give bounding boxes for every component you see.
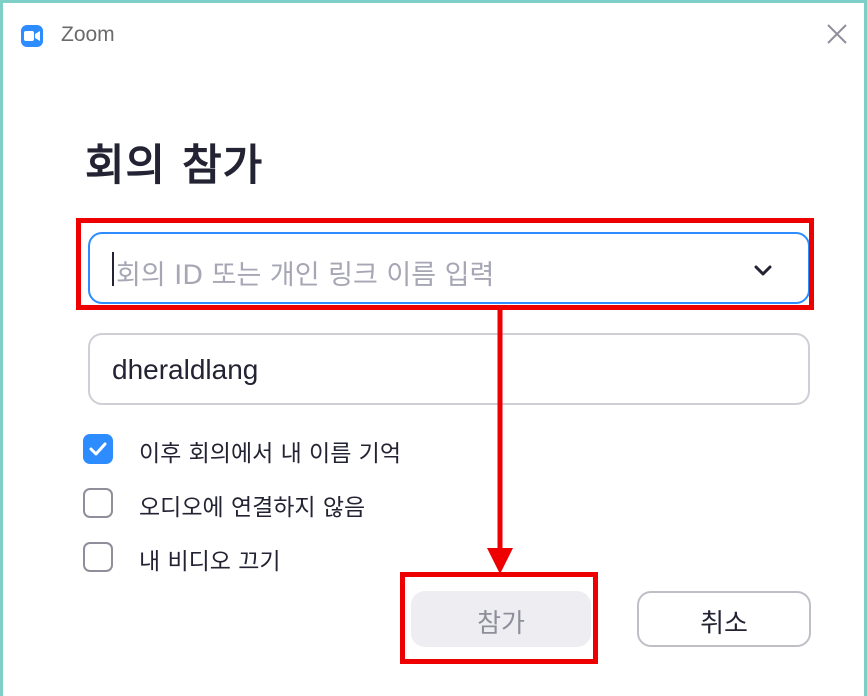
video-off-label: 내 비디오 끄기 [139, 549, 281, 575]
zoom-camera-icon [21, 25, 43, 47]
video-off-checkbox[interactable] [83, 542, 113, 572]
dialog-heading: 회의 참가 [85, 141, 264, 191]
remember-name-label: 이후 회의에서 내 이름 기억 [139, 441, 402, 467]
no-audio-checkbox[interactable] [83, 488, 113, 518]
meeting-id-highlight-box [76, 218, 814, 310]
window-title: Zoom [61, 23, 115, 46]
cancel-button[interactable]: 취소 [637, 591, 811, 647]
checkmark-icon [89, 442, 107, 456]
cancel-button-label: 취소 [700, 609, 748, 639]
no-audio-label: 오디오에 연결하지 않음 [139, 495, 366, 521]
display-name-input[interactable]: dheraldlang [88, 333, 810, 405]
titlebar: Zoom [3, 3, 864, 63]
join-highlight-box [400, 572, 598, 664]
close-icon[interactable] [824, 21, 850, 47]
display-name-value: dheraldlang [112, 354, 259, 385]
remember-name-checkbox[interactable] [83, 434, 113, 464]
